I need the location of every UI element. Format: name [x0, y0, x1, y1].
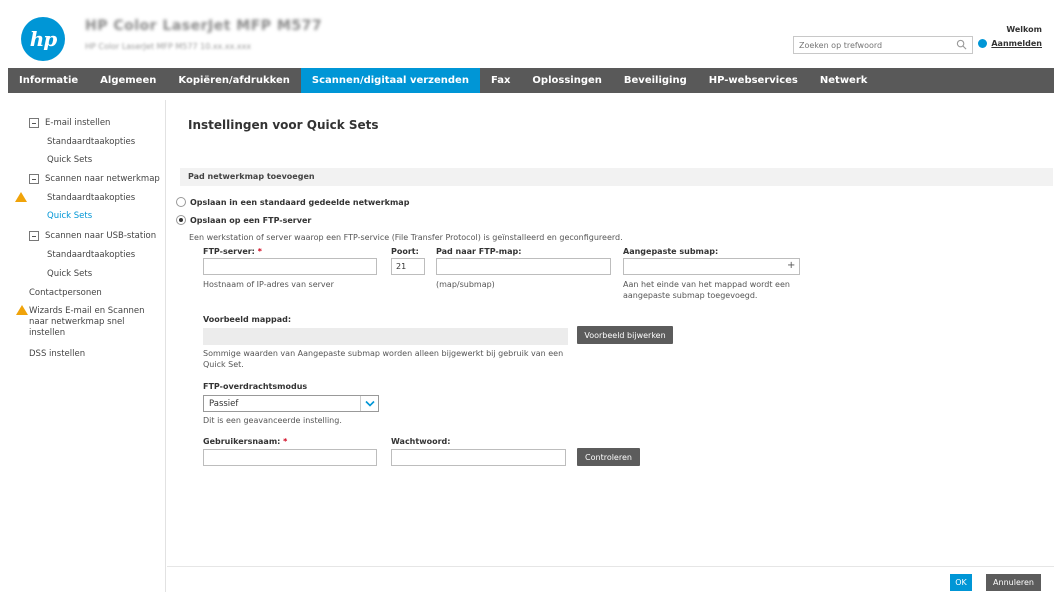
warning-icon — [15, 192, 27, 202]
sidebar: E-mail instellen Standaardtaakopties Qui… — [8, 100, 166, 592]
username-label-text: Gebruikersnaam: — [203, 437, 281, 446]
custom-subfolder-field[interactable] — [623, 258, 800, 275]
ok-button[interactable]: OK — [950, 574, 972, 591]
sidebar-item-email-setup[interactable]: E-mail instellen — [45, 118, 110, 128]
sidebar-item-wizards-line2[interactable]: naar netwerkmap snel — [29, 317, 125, 327]
sidebar-item-usb-default-options[interactable]: Standaardtaakopties — [47, 250, 135, 260]
collapse-icon[interactable] — [29, 231, 39, 241]
tab-fax[interactable]: Fax — [480, 68, 521, 93]
ftp-path-hint: (map/submap) — [436, 280, 495, 289]
login-row: Aanmelden — [978, 39, 1042, 48]
tab-scannen-digitaal-verzenden[interactable]: Scannen/digitaal verzenden — [300, 68, 480, 93]
radio-standard-share[interactable] — [176, 197, 186, 207]
main-content: Instellingen voor Quick Sets Pad netwerk… — [167, 100, 1054, 592]
ftp-path-label: Pad naar FTP-map: — [436, 247, 522, 256]
search-input[interactable] — [794, 37, 952, 53]
custom-subfolder-hint-1: Aan het einde van het mappad wordt een — [623, 280, 790, 289]
login-link[interactable]: Aanmelden — [991, 39, 1042, 48]
sidebar-item-network-quick-sets[interactable]: Quick Sets — [47, 211, 92, 221]
user-icon — [978, 39, 988, 48]
sidebar-item-usb-quick-sets[interactable]: Quick Sets — [47, 269, 92, 279]
section-header: Pad netwerkmap toevoegen — [180, 168, 1053, 186]
warning-icon — [16, 305, 28, 315]
port-label: Poort: — [391, 247, 419, 256]
tab-kopieren-afdrukken[interactable]: Kopiëren/afdrukken — [167, 68, 301, 93]
hp-logo[interactable]: hp — [21, 17, 65, 61]
transfer-mode-label: FTP-overdrachtsmodus — [203, 382, 308, 391]
password-label: Wachtwoord: — [391, 437, 451, 446]
sidebar-item-scan-network-folder[interactable]: Scannen naar netwerkmap — [45, 174, 160, 184]
tab-algemeen[interactable]: Algemeen — [89, 68, 167, 93]
ftp-server-field[interactable] — [203, 258, 377, 275]
ftp-server-hint: Hostnaam of IP-adres van server — [203, 280, 334, 289]
sidebar-item-email-default-options[interactable]: Standaardtaakopties — [47, 137, 135, 147]
required-marker: * — [283, 437, 288, 446]
cancel-button[interactable]: Annuleren — [986, 574, 1041, 591]
header: hp HP Color LaserJet MFP M577 HP Color L… — [0, 0, 1060, 68]
sidebar-item-scan-usb[interactable]: Scannen naar USB-station — [45, 231, 156, 241]
search-icon[interactable] — [956, 39, 967, 50]
ftp-server-label-text: FTP-server: — [203, 247, 255, 256]
update-preview-button[interactable]: Voorbeeld bijwerken — [577, 326, 673, 344]
sidebar-item-contacts[interactable]: Contactpersonen — [29, 288, 102, 298]
product-subtitle: HP Color LaserJet MFP M577 10.xx.xx.xxx — [85, 42, 252, 51]
password-field[interactable] — [391, 449, 566, 466]
collapse-icon[interactable] — [29, 118, 39, 128]
port-field[interactable] — [391, 258, 425, 275]
sidebar-item-dss-setup[interactable]: DSS instellen — [29, 349, 85, 359]
tab-beveiliging[interactable]: Beveiliging — [613, 68, 698, 93]
section-title: Pad netwerkmap toevoegen — [188, 172, 315, 181]
sidebar-item-wizards-line3[interactable]: instellen — [29, 328, 65, 338]
ftp-server-label: FTP-server: * — [203, 247, 262, 256]
preview-path-label: Voorbeeld mappad: — [203, 315, 292, 324]
add-subfolder-icon[interactable]: + — [787, 260, 795, 271]
ftp-description: Een werkstation of server waarop een FTP… — [189, 233, 623, 242]
custom-subfolder-label: Aangepaste submap: — [623, 247, 719, 256]
tab-hp-webservices[interactable]: HP-webservices — [698, 68, 809, 93]
username-field[interactable] — [203, 449, 377, 466]
tab-netwerk[interactable]: Netwerk — [809, 68, 879, 93]
preview-note-1: Sommige waarden van Aangepaste submap wo… — [203, 349, 564, 358]
main-nav: Informatie Algemeen Kopiëren/afdrukken S… — [8, 68, 1054, 93]
transfer-mode-select[interactable]: Passief — [203, 395, 379, 412]
ftp-path-field[interactable] — [436, 258, 611, 275]
tab-informatie[interactable]: Informatie — [8, 68, 89, 93]
required-marker: * — [257, 247, 262, 256]
chevron-down-icon[interactable] — [360, 396, 378, 411]
radio-ftp-server-label[interactable]: Opslaan op een FTP-server — [190, 216, 311, 225]
sidebar-item-email-quick-sets[interactable]: Quick Sets — [47, 155, 92, 165]
footer-divider — [167, 566, 1054, 567]
radio-standard-share-label[interactable]: Opslaan in een standaard gedeelde netwer… — [190, 198, 409, 207]
preview-path-field — [203, 328, 568, 345]
sidebar-item-wizards-line1[interactable]: Wizards E-mail en Scannen — [29, 306, 144, 316]
welcome-text: Welkom — [1006, 25, 1042, 34]
radio-ftp-server[interactable] — [176, 215, 186, 225]
verify-button[interactable]: Controleren — [577, 448, 640, 466]
custom-subfolder-hint-2: aangepaste submap toegevoegd. — [623, 291, 758, 300]
product-title: HP Color LaserJet MFP M577 — [85, 18, 323, 34]
search-box — [793, 36, 973, 54]
tab-oplossingen[interactable]: Oplossingen — [521, 68, 612, 93]
preview-note-2: Quick Set. — [203, 360, 244, 369]
collapse-icon[interactable] — [29, 174, 39, 184]
advanced-setting-note: Dit is een geavanceerde instelling. — [203, 416, 342, 425]
username-label: Gebruikersnaam: * — [203, 437, 287, 446]
page-title: Instellingen voor Quick Sets — [188, 118, 379, 132]
sidebar-item-network-default-options[interactable]: Standaardtaakopties — [47, 193, 135, 203]
transfer-mode-value: Passief — [209, 399, 239, 409]
